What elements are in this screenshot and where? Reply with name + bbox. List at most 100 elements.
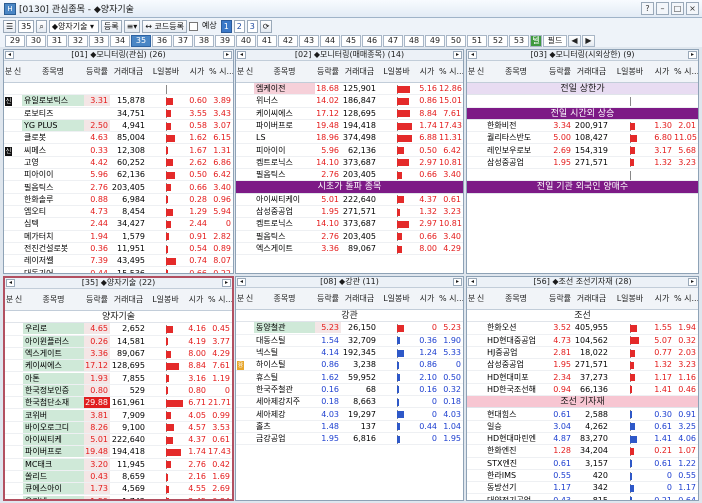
column-header-vol[interactable]: 거래대금 [341,293,378,304]
table-row[interactable]: 우리로 4.65 2,652 4.16 0.45 [5,323,232,336]
panel-prev-icon[interactable]: ◂ [5,51,14,59]
panel-next-icon[interactable]: ▸ [223,51,232,59]
tab-49[interactable]: 49 [425,34,445,47]
table-row[interactable]: 아이씨티케이 5.01 222,640 4.37 0.61 [236,194,463,206]
table-row[interactable]: 엠케이전 18.68 125,901 5.16 12.86 [236,83,463,96]
table-row[interactable]: 고영 4.42 60,252 2.62 6.86 [4,157,233,170]
panel-prev-icon[interactable]: ◂ [468,278,477,286]
column-header-vol[interactable]: 거래대금 [573,293,610,304]
column-header-name[interactable]: 종목명 [254,66,315,77]
group-number-field[interactable]: 35 [18,19,35,33]
panel-next-icon[interactable]: ▸ [453,278,462,286]
column-header-r2[interactable]: % 시... [439,66,463,77]
table-row[interactable] [467,169,698,182]
tab-39[interactable]: 39 [215,34,235,47]
table-row[interactable]: 한화솔루 0.88 6,984 0.28 0.96 [4,194,233,206]
column-header-r1[interactable]: 시가 [184,294,208,305]
table-row[interactable]: 대동기어 0.44 15,536 0.66 0.22 [4,267,233,273]
column-header-vol[interactable]: 거래대금 [573,66,610,77]
table-row[interactable]: 휴스틸 1.62 59,952 2.10 0.50 [236,371,463,384]
table-row[interactable]: 엠오티 4.73 8,454 1.29 5.94 [4,206,233,219]
table-row[interactable]: 세아제강 4.03 19,297 0 4.03 [236,408,463,421]
column-header-vol[interactable]: 거래대금 [110,66,147,77]
column-header-a[interactable]: 분 [236,293,245,304]
tab-field[interactable]: 필드 [543,34,567,47]
table-row[interactable]: LS 18.96 374,498 6.88 11.31 [236,132,463,145]
table-row[interactable]: 일승 3.04 4,262 0.61 3.25 [467,421,698,433]
code-register-button[interactable]: ↔ 코드등록 [142,19,187,33]
table-row[interactable]: 쏠리드 0.43 8,659 2.16 1.69 [5,471,232,484]
table-row[interactable] [467,95,698,108]
page-3-button[interactable]: 3 [246,19,258,33]
table-row[interactable]: 큐에스아이 1.73 4,569 4.55 2.69 [5,483,232,496]
table-row[interactable]: 필옵틱스 2.76 203,405 0.66 3.40 [4,181,233,194]
table-row[interactable]: HD현대미포 2.34 37,273 1.17 1.16 [467,371,698,384]
table-row[interactable]: 피아이이 5.96 62,136 0.50 6.42 [236,144,463,157]
column-header-b[interactable]: 신 [245,66,254,77]
table-row[interactable]: 파이버프로 19.48 194,418 1.74 17.43 [236,120,463,133]
column-header-b[interactable]: 신 [13,66,22,77]
tab-next-icon[interactable]: ▶ [582,34,595,47]
column-header-bar[interactable]: L일봉바 [378,66,415,77]
table-row[interactable]: 아이씨티케 5.01 222,640 4.37 0.61 [5,434,232,447]
table-row[interactable]: 넥스틸 4.14 192,345 1.24 5.33 [236,347,463,360]
panel-next-icon[interactable]: ▸ [688,278,697,286]
column-header-bar[interactable]: L일봉바 [378,293,415,304]
table-row[interactable]: 필옵틱스 2.76 203,405 0.66 3.40 [236,169,463,182]
column-header-bar[interactable]: L일봉바 [147,66,185,77]
panel-prev-icon[interactable]: ◂ [237,278,246,286]
table-row[interactable]: 아톤 1.93 7,855 3.16 1.19 [5,372,232,385]
panel-prev-icon[interactable]: ◂ [6,279,15,287]
table-row[interactable]: 필옵틱스 2.76 203,405 0.66 3.40 [236,231,463,243]
table-row[interactable]: 삼성중공업 1.95 271,571 1.32 3.23 [467,157,698,170]
table-row[interactable]: 한국정보인증 0.80 529 0.80 0 [5,384,232,398]
panel-next-icon[interactable]: ▸ [453,51,462,59]
panel-next-icon[interactable]: ▸ [222,279,231,287]
column-header-vol[interactable]: 거래대금 [110,294,147,305]
table-row[interactable]: 전진건설로봇 0.36 11,951 0.54 0.89 [4,243,233,256]
column-header-r2[interactable]: % 시... [674,293,698,304]
column-header-bar[interactable]: L일봉바 [610,66,650,77]
table-row[interactable]: 동방선기 1.17 342 0 1.17 [467,482,698,495]
table-row[interactable]: 대동스틸 1.54 32,709 0.36 1.90 [236,335,463,347]
table-row[interactable]: 신 유일로보틱스 3.31 15,878 0.60 3.89 [4,95,233,108]
tab-41[interactable]: 41 [257,34,277,47]
table-row[interactable] [4,83,233,96]
tab-prev-icon[interactable]: ◀ [568,34,581,47]
tab-38[interactable]: 38 [194,34,214,47]
column-header-a[interactable]: 분 [4,66,13,77]
column-header-a[interactable]: 분 [467,66,476,77]
tab-34[interactable]: 34 [110,34,130,47]
column-header-pct[interactable]: 등락률 [84,66,110,77]
tab-35[interactable]: 35 [131,34,151,47]
tab-53[interactable]: 53 [509,34,529,47]
column-header-r2[interactable]: % 시... [439,293,463,304]
tab-40[interactable]: 40 [236,34,256,47]
tab-48[interactable]: 48 [404,34,424,47]
column-header-b[interactable]: 신 [245,293,254,304]
tab-36[interactable]: 36 [152,34,172,47]
refresh-icon[interactable]: ⟳ [259,19,273,33]
column-header-bar[interactable]: L일봉바 [610,293,650,304]
panel-next-icon[interactable]: ▸ [688,51,697,59]
column-header-name[interactable]: 종목명 [23,294,84,305]
table-row[interactable]: HJ중공업 2.81 18,022 0.77 2.03 [467,347,698,360]
table-row[interactable]: 융 하이스틸 0.86 3,238 0.86 0 [236,359,463,372]
table-row[interactable]: 피아이이 5.96 62,136 0.50 6.42 [4,169,233,182]
table-row[interactable]: STX엔진 0.61 3,157 0.61 1.22 [467,458,698,470]
table-row[interactable]: 엑스게이트 3.36 89,067 8.00 4.29 [236,243,463,256]
column-header-pct[interactable]: 등락률 [315,66,341,77]
tab-46[interactable]: 46 [362,34,382,47]
column-header-bar[interactable]: L일봉바 [147,294,184,305]
table-row[interactable]: 한화비전 3.34 200,917 1.30 2.01 [467,120,698,133]
table-row[interactable]: 현대힘스 0.61 2,588 0.30 0.91 [467,408,698,421]
column-header-a[interactable]: 분 [236,66,245,77]
table-row[interactable]: 삼성중공업 1.95 271,571 1.32 3.23 [236,206,463,219]
tab-33[interactable]: 33 [89,34,109,47]
table-row[interactable]: MC태크 3.20 11,945 2.76 0.42 [5,458,232,471]
table-row[interactable]: 파이버프로 19.48 194,418 1.74 17.43 [5,446,232,459]
forecast-checkbox[interactable]: 예상 [189,20,219,33]
tab-32[interactable]: 32 [68,34,88,47]
maximize-icon[interactable]: □ [671,2,684,15]
table-row[interactable]: 메가터치 1.94 1,579 0.91 2.82 [4,231,233,243]
